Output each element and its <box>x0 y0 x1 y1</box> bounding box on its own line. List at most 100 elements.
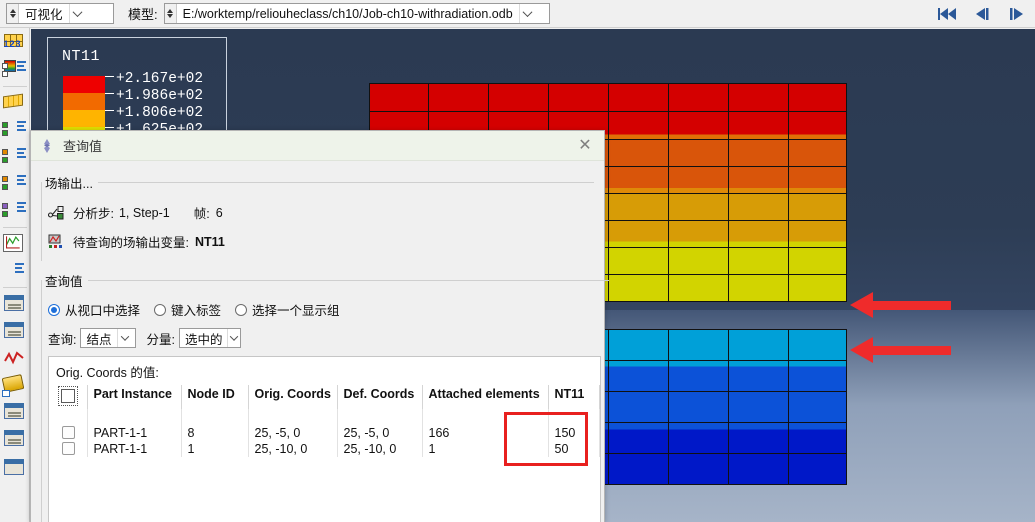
field-output-variable-icon <box>48 234 68 250</box>
radio-select-from-viewport[interactable]: 从视口中选择 <box>48 300 140 319</box>
probe-values-icon[interactable] <box>1 318 29 344</box>
xy-data-legend-icon[interactable] <box>1 258 29 284</box>
module-selector[interactable]: 可视化 <box>6 3 114 24</box>
model-selector[interactable]: E:/worktemp/reliouheclass/ch10/Job-ch10-… <box>163 3 550 24</box>
previous-frame-button[interactable] <box>971 4 993 24</box>
variable-value: NT11 <box>194 234 225 249</box>
radio-select-display-group[interactable]: 选择一个显示组 <box>235 300 340 319</box>
select-all-checkbox[interactable] <box>58 386 78 406</box>
material-orientation-icon[interactable] <box>1 171 29 197</box>
step-label: 分析步: <box>73 207 114 221</box>
top-toolbar: 可视化 模型: E:/worktemp/reliouheclass/ch10/J… <box>0 0 1035 28</box>
symbol-options-icon[interactable] <box>1 144 29 170</box>
row-checkbox[interactable] <box>62 426 75 439</box>
module-spinner[interactable] <box>7 4 19 23</box>
cell-nt11: 50 <box>548 441 600 457</box>
tools-icon[interactable] <box>1 453 29 479</box>
radio-label: 从视口中选择 <box>65 304 141 318</box>
cell-node-id: 8 <box>181 425 249 441</box>
query-type-combo[interactable]: 结点 <box>80 328 137 348</box>
radio-label: 选择一个显示组 <box>252 304 340 318</box>
cell-attached-elements: 166 <box>422 425 549 441</box>
probe-values-group: 查询值 从视口中选择 键入标签 选择一个显示组 查询: 结点 分量: 选中的 O… <box>41 271 609 522</box>
xy-data-icon[interactable] <box>1 231 29 257</box>
cell-def-coords: 25, -5, 0 <box>337 425 423 441</box>
chevron-down-icon[interactable] <box>68 4 86 23</box>
free-body-cut-icon[interactable] <box>1 345 29 371</box>
results-caption: Orig. Coords 的值: <box>49 357 600 385</box>
model-selector-value: E:/worktemp/reliouheclass/ch10/Job-ch10-… <box>182 6 513 21</box>
model-label: 模型: <box>128 7 158 22</box>
step-value: 1, Step-1 <box>118 205 170 220</box>
cell-node-id: 1 <box>181 441 249 457</box>
results-table-panel[interactable]: Orig. Coords 的值: Part Instance Node ID O… <box>48 356 601 522</box>
cell-def-coords: 25, -10, 0 <box>337 441 423 457</box>
selection-method-radios: 从视口中选择 键入标签 选择一个显示组 <box>48 300 609 319</box>
cell-nt11: 150 <box>548 425 600 441</box>
dialog-title-bar[interactable]: 查询值 ✕ <box>31 131 604 161</box>
variable-row: 待查询的场输出变量: NT11 <box>48 232 594 251</box>
frame-navigation-group <box>937 0 1027 28</box>
red-arrow-lower <box>850 337 951 363</box>
table-spacer-row <box>49 409 600 425</box>
common-options-icon[interactable] <box>1 90 29 116</box>
variable-label: 待查询的场输出变量: <box>73 236 189 250</box>
dialog-title: 查询值 <box>63 139 103 154</box>
first-frame-button[interactable] <box>937 4 959 24</box>
select-all-header[interactable] <box>49 385 88 409</box>
col-def-coords[interactable]: Def. Coords <box>337 385 423 409</box>
probe-values-dialog[interactable]: 查询值 ✕ 场输出... 分析步: 1, Step-1 帧: 6 待查询的场输出… <box>30 130 609 522</box>
chevron-down-icon[interactable] <box>518 4 536 23</box>
col-orig-coords[interactable]: Orig. Coords <box>248 385 338 409</box>
left-toolbar: 123 <box>0 28 30 522</box>
module-selector-value: 可视化 <box>25 8 63 22</box>
plot-contours-icon[interactable]: 123 <box>1 30 29 56</box>
contour-options-icon[interactable] <box>1 57 29 83</box>
next-frame-button[interactable] <box>1005 4 1027 24</box>
cell-attached-elements: 1 <box>422 441 549 457</box>
abaqus-diamond-icon <box>44 138 50 153</box>
query-information-icon[interactable] <box>1 291 29 317</box>
view-cut-manager-icon[interactable] <box>1 399 29 425</box>
mesh-row <box>370 84 846 112</box>
toolbar-divider <box>2 287 27 288</box>
component-value: 选中的 <box>184 332 223 347</box>
model-spinner[interactable] <box>164 4 177 23</box>
row-select-cell[interactable] <box>49 425 88 441</box>
frame-label: 帧: <box>193 207 210 221</box>
table-row[interactable]: PART-1-1 1 25, -10, 0 25, -10, 0 1 50 <box>49 441 600 457</box>
legend-label: +1.806e+02 <box>116 105 204 121</box>
chevron-down-icon[interactable] <box>227 329 239 347</box>
toolbar-divider <box>2 227 27 228</box>
radio-label: 键入标签 <box>171 304 222 318</box>
cell-part-instance: PART-1-1 <box>87 425 182 441</box>
display-body-options-icon[interactable] <box>1 198 29 224</box>
table-header-row: Part Instance Node ID Orig. Coords Def. … <box>49 385 600 409</box>
col-node-id[interactable]: Node ID <box>181 385 249 409</box>
table-row[interactable]: PART-1-1 8 25, -5, 0 25, -5, 0 166 150 <box>49 425 600 441</box>
radio-indicator <box>235 303 248 316</box>
row-checkbox[interactable] <box>62 442 75 455</box>
display-group-icon[interactable] <box>1 426 29 452</box>
dialog-body: 场输出... 分析步: 1, Step-1 帧: 6 待查询的场输出变量: NT… <box>31 161 609 522</box>
radio-indicator <box>154 303 167 316</box>
stress-linearization-icon[interactable] <box>1 372 29 398</box>
probe-selectors-row: 查询: 结点 分量: 选中的 <box>48 328 609 348</box>
radio-indicator <box>48 303 60 316</box>
col-attached-elements[interactable]: Attached elements <box>422 385 549 409</box>
component-combo[interactable]: 选中的 <box>178 328 241 348</box>
legend-label: +2.167e+02 <box>116 71 204 87</box>
legend-label: +1.986e+02 <box>116 88 204 104</box>
results-table[interactable]: Part Instance Node ID Orig. Coords Def. … <box>49 385 600 457</box>
radio-key-in-label[interactable]: 键入标签 <box>154 300 221 319</box>
probe-values-legend: 查询值 <box>45 275 83 289</box>
row-select-cell[interactable] <box>49 441 88 457</box>
col-part-instance[interactable]: Part Instance <box>87 385 182 409</box>
superimpose-options-icon[interactable] <box>1 117 29 143</box>
col-nt11[interactable]: NT11 <box>548 385 600 409</box>
legend-labels: +2.167e+02 +1.986e+02 +1.806e+02 +1.625e… <box>116 71 203 139</box>
cell-part-instance: PART-1-1 <box>87 441 182 457</box>
toolbar-divider <box>2 86 27 87</box>
chevron-down-icon[interactable] <box>116 329 133 347</box>
close-icon[interactable]: ✕ <box>572 134 598 158</box>
